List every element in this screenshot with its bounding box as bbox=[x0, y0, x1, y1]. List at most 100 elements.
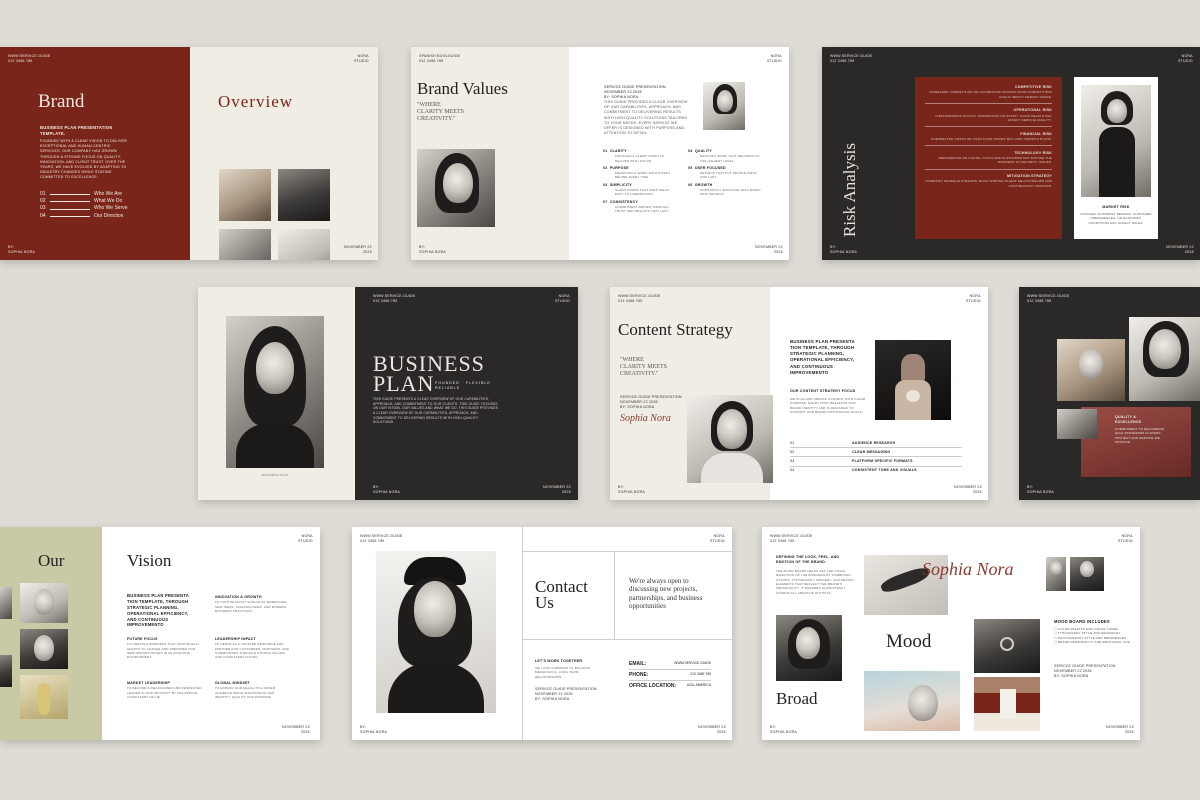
vision-point: MARKET LEADERSHIP TO BECOME A RECOGNIZED … bbox=[127, 681, 202, 699]
business-portrait bbox=[226, 316, 324, 468]
slide-business-plan[interactable]: BUSINESS PLAN WWW.SERVICE.GUIDE 012 3456… bbox=[198, 287, 578, 500]
contact-contact: WWW.SERVICE.GUIDE 012 3456 789 bbox=[360, 534, 403, 544]
brand-menu-item[interactable]: 03 Who We Serve bbox=[40, 205, 130, 212]
content-quote: "WHERE CLARITY MEETS CREATIVITY." bbox=[620, 357, 667, 377]
content-contact: WWW.SERVICE.GUIDE 012 3456 789 bbox=[618, 294, 661, 304]
content-meta: SERVICE GUIDE PRESENTATION NOVEMBER 22 2… bbox=[620, 395, 682, 410]
contact-date: NOVEMBER 22 2026 bbox=[698, 725, 726, 735]
vision-point: FUTURE FOCUS TO CREATE A BUSINESS THAT CO… bbox=[127, 637, 200, 660]
risk-portrait bbox=[1081, 85, 1151, 197]
risk-studio: NORA STUDIO bbox=[1178, 54, 1193, 64]
contact-field-email[interactable]: EMAIL: WWW.SERVICE.GUIDE bbox=[629, 659, 711, 670]
brand-date: NOVEMBER 22 2026 bbox=[344, 245, 372, 255]
dark-photo-3 bbox=[1057, 409, 1097, 439]
business-title-line2: PLAN bbox=[373, 371, 435, 396]
values-grid: 01 CLARITY THROUGH A CLEAR VISION TO DELI… bbox=[603, 149, 763, 214]
mood-studio: NORA STUDIO bbox=[1118, 534, 1133, 544]
overview-photo-2 bbox=[278, 169, 330, 221]
overview-title: Overview bbox=[218, 92, 294, 111]
contact-tagline: We're always open to discussing new proj… bbox=[629, 577, 703, 611]
slide-risk-analysis[interactable]: WWW.SERVICE.GUIDE 012 3456 789 NORA STUD… bbox=[822, 47, 1200, 260]
content-title: Content Strategy bbox=[618, 320, 733, 339]
value-item: 04 QUALITY DETAILED WORK THAT DELIVERS TO… bbox=[688, 149, 760, 163]
contact-divider-v2 bbox=[614, 551, 615, 639]
mood-beach-photo bbox=[864, 671, 960, 731]
contact-fields: EMAIL: WWW.SERVICE.GUIDE PHONE: 012 3456 7… bbox=[629, 659, 711, 691]
mood-signature: Sophia Nora bbox=[922, 559, 1014, 579]
slide-dark-collage[interactable]: WWW.SERVICE.GUIDE 012 3456 789 QUALITY &… bbox=[1019, 287, 1200, 500]
slide-our-vision[interactable]: Our Vision NORA STUDIO BUSINESS PLAN PRE… bbox=[0, 527, 320, 740]
slide-contact-us[interactable]: WWW.SERVICE.GUIDE 012 3456 789 NORA STUD… bbox=[352, 527, 732, 740]
business-date: NOVEMBER 22 2026 bbox=[543, 485, 571, 495]
mood-contact: WWW.SERVICE.GUIDE 012 3456 789 bbox=[770, 534, 813, 544]
content-studio: NORA STUDIO bbox=[966, 294, 981, 304]
risk-white-card: MARKET RISK CHANGES IN MARKET DEMAND, CU… bbox=[1074, 77, 1158, 239]
mood-intro: DEFINING THE LOOK, FEEL, AND EMOTION OF … bbox=[776, 555, 840, 565]
risk-item: TECHNOLOGY RISK DEPENDENCE ON DIGITAL TOO… bbox=[925, 150, 1052, 170]
business-body: THIS GUIDE PRESENTS A CLEAR OVERVIEW OF … bbox=[373, 397, 499, 425]
dark-label: QUALITY & EXCELLENCE bbox=[1115, 415, 1142, 425]
mood-date: NOVEMBER 22 2026 bbox=[1106, 725, 1134, 735]
mood-includes-label: MOOD BOARD INCLUDES bbox=[1054, 619, 1110, 624]
values-title: Brand Values bbox=[417, 79, 508, 98]
brand-menu-item[interactable]: 01 Who We Are bbox=[40, 191, 130, 198]
vision-photo-3 bbox=[20, 675, 68, 719]
vision-point: GLOBAL MINDSET TO EXPAND OUR REACH TO A W… bbox=[215, 681, 276, 699]
risk-red-panel: COMPETITIVE RISK INCREASED COMPETITION OR… bbox=[915, 77, 1062, 239]
overview-photo-1 bbox=[219, 169, 271, 221]
mood-include-item: ☐ BRAND PERSONALITY AND EMOTIONAL CUE bbox=[1054, 640, 1130, 645]
brand-menu: 01 Who We Are 02 What We Do 03 Who We Serve… bbox=[40, 191, 130, 220]
business-contact: WWW.SERVICE.GUIDE 012 3456 789 bbox=[373, 294, 416, 304]
vision-title-a: Our bbox=[38, 551, 65, 570]
risk-item: FINANCIAL RISK UNEXPECTED COSTS OR CASH F… bbox=[925, 131, 1052, 146]
content-portrait bbox=[687, 395, 773, 483]
risk-contact: WWW.SERVICE.GUIDE 012 3456 789 bbox=[830, 54, 873, 64]
mood-author: BY: SOPHIA NORA bbox=[770, 725, 797, 735]
slide-mood-board[interactable]: WWW.SERVICE.GUIDE 012 3456 789 NORA STUD… bbox=[762, 527, 1140, 740]
vision-photo-edge-1 bbox=[0, 587, 12, 619]
contact-divider-h bbox=[522, 551, 732, 552]
brand-menu-item[interactable]: 02 What We Do bbox=[40, 198, 130, 205]
value-item: 03 SIMPLICITY CLEAN FORMS THAT KEEP IDEAS… bbox=[603, 182, 670, 197]
mood-swatch-stack bbox=[974, 677, 1040, 731]
vision-headline: BUSINESS PLAN PRESENTA TION TEMPLATE, TH… bbox=[127, 593, 189, 628]
contact-author: BY: SOPHIA NORA bbox=[360, 725, 387, 735]
brand-contact: WWW.SERVICE.GUIDE 012 3456 789 bbox=[8, 54, 51, 64]
contact-portrait bbox=[376, 551, 496, 713]
brand-studio: NORA STUDIO bbox=[354, 54, 369, 64]
content-headline: BUSINESS PLAN PRESENTA TION TEMPLATE, TH… bbox=[790, 339, 855, 375]
values-date: NOVEMBER 22 2026 bbox=[755, 245, 783, 255]
values-small-photo bbox=[703, 82, 745, 130]
dark-photo-2 bbox=[1129, 317, 1200, 401]
brand-menu-item[interactable]: 04 Our Direction bbox=[40, 213, 130, 220]
slide-brand-values[interactable]: SPANISH BOOLGUIDE 012 3456 789 Brand Val… bbox=[411, 47, 789, 260]
mood-woman-photo bbox=[776, 615, 842, 681]
mood-meta: SERVICE GUIDE PRESENTATION NOVEMBER 22 2… bbox=[1054, 664, 1116, 679]
content-focus-body: WE PLAN AND CREATE CONTENT WITH CLEAR PU… bbox=[790, 397, 866, 415]
values-contact: SPANISH BOOLGUIDE 012 3456 789 bbox=[419, 54, 461, 64]
vision-point: LEADERSHIP IMPACT TO SERVE AS A TRUSTED R… bbox=[215, 637, 289, 660]
content-date: NOVEMBER 22 2026 bbox=[954, 485, 982, 495]
business-studio: NORA STUDIO bbox=[555, 294, 570, 304]
dark-photo-1 bbox=[1057, 339, 1125, 401]
vision-photo-edge-2 bbox=[0, 655, 12, 687]
brand-red-panel: WWW.SERVICE.GUIDE 012 3456 789 Brand BUS… bbox=[0, 47, 190, 260]
vision-photo-1 bbox=[20, 583, 68, 623]
values-author: BY: SOPHIA NORA bbox=[419, 245, 446, 255]
slide-brand-overview[interactable]: WWW.SERVICE.GUIDE 012 3456 789 Brand BUS… bbox=[0, 47, 378, 260]
slide-content-strategy[interactable]: WWW.SERVICE.GUIDE 012 3456 789 NORA STUD… bbox=[610, 287, 988, 500]
business-dark-panel: WWW.SERVICE.GUIDE 012 3456 789 NORA STUD… bbox=[355, 287, 578, 500]
content-item: 04 CONSISTENT TONE AND VISUALS bbox=[790, 468, 917, 473]
overview-photo-3 bbox=[219, 229, 271, 260]
dark-contact: WWW.SERVICE.GUIDE 012 3456 789 bbox=[1027, 294, 1070, 304]
risk-market-desc: CHANGES IN MARKET DEMAND, CUSTOMER PREFE… bbox=[1080, 212, 1152, 225]
risk-item: MITIGATION STRATEGY DIVERSIFY REVENUE STR… bbox=[925, 174, 1052, 188]
contact-title-line2: Us bbox=[535, 593, 554, 612]
business-photo-caption: BUSINESS PLAN bbox=[261, 473, 289, 477]
business-author: BY: SOPHIA NORA bbox=[373, 485, 400, 495]
content-item: 01 AUDIENCE RESEARCH bbox=[790, 439, 962, 449]
content-author: BY: SOPHIA NORA bbox=[618, 485, 645, 495]
contact-field-office[interactable]: OFFICE LOCATION: USA, AMERICA bbox=[629, 681, 711, 691]
brand-body: FOUNDED WITH A CLEAR VISION TO DELIVER E… bbox=[40, 139, 127, 180]
contact-field-phone[interactable]: PHONE: 012 3456 789 bbox=[629, 670, 711, 681]
